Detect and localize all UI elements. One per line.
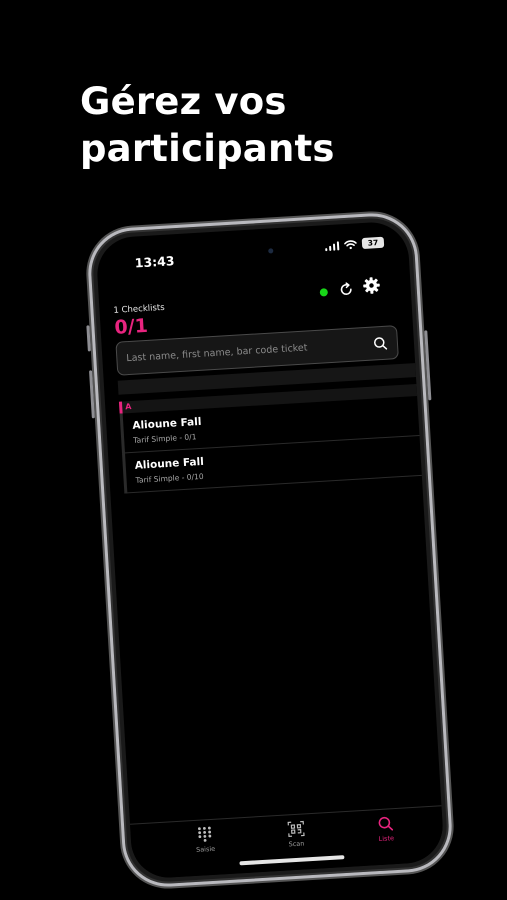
search-placeholder: Last name, first name, bar code ticket bbox=[126, 342, 308, 365]
participant-name: Alioune Fall bbox=[134, 455, 205, 472]
home-indicator bbox=[239, 855, 345, 866]
phone-screen: 13:43 37 1 Checklists 0/1 Last name, fir… bbox=[95, 220, 445, 880]
tab-scan-label: Scan bbox=[288, 839, 305, 849]
search-icon[interactable] bbox=[373, 336, 389, 352]
online-status-dot bbox=[319, 288, 329, 297]
tab-liste[interactable]: Liste bbox=[355, 814, 416, 845]
battery-icon: 37 bbox=[361, 236, 385, 249]
headline-line-2: participants bbox=[80, 127, 335, 170]
participant-ticket: Tarif Simple - 0/10 bbox=[135, 471, 204, 485]
wifi-icon bbox=[344, 239, 357, 249]
participant-ticket: Tarif Simple - 0/1 bbox=[132, 432, 197, 445]
qr-scan-icon bbox=[287, 820, 305, 838]
silent-switch bbox=[86, 325, 91, 352]
refresh-icon[interactable] bbox=[337, 281, 355, 299]
cellular-signal-icon bbox=[324, 240, 340, 251]
tab-saisie-label: Saisie bbox=[195, 844, 216, 854]
status-time: 13:43 bbox=[134, 253, 175, 271]
tab-saisie[interactable]: Saisie bbox=[174, 825, 235, 856]
status-icons: 37 bbox=[324, 236, 385, 252]
checkin-count: 0/1 bbox=[113, 314, 149, 339]
headline: Gérez vos participants bbox=[80, 78, 335, 172]
camera-dot bbox=[268, 248, 274, 254]
participant-name: Alioune Fall bbox=[132, 415, 202, 432]
keypad-icon bbox=[198, 826, 212, 842]
section-letter: A bbox=[124, 401, 132, 412]
search-icon bbox=[378, 816, 394, 831]
gear-icon[interactable] bbox=[362, 276, 381, 295]
tab-scan[interactable]: Scan bbox=[265, 819, 326, 850]
promo-stage: Gérez vos participants 13:43 37 1 Checkl… bbox=[0, 0, 507, 900]
headline-line-1: Gérez vos bbox=[80, 80, 287, 123]
phone-mockup: 13:43 37 1 Checklists 0/1 Last name, fir… bbox=[85, 210, 455, 890]
tab-liste-label: Liste bbox=[378, 834, 395, 844]
checklists-label: 1 Checklists bbox=[113, 302, 165, 316]
